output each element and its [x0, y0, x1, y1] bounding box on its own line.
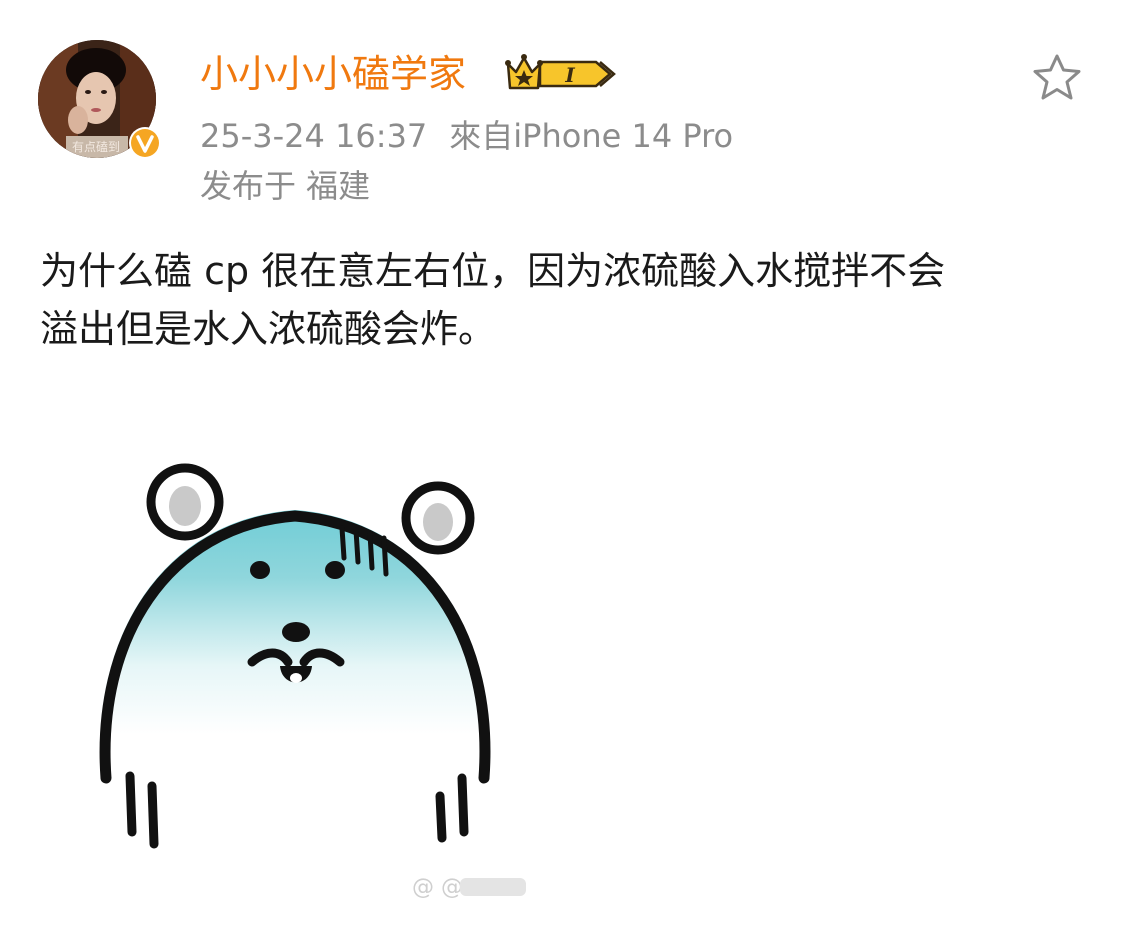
svg-text:@ @: @ @ — [412, 875, 463, 900]
favorite-star-button[interactable] — [1030, 52, 1084, 102]
post-text-line-1: 为什么磕 cp 很在意左右位，因为浓硫酸入水搅拌不会 — [40, 249, 946, 293]
post-text: 为什么磕 cp 很在意左右位，因为浓硫酸入水搅拌不会 溢出但是水入浓硫酸会炸。 — [40, 242, 1090, 358]
avatar-caption: 有点磕到 — [72, 140, 121, 154]
post-date: 25-3-24 16:37 — [200, 117, 428, 155]
post-image[interactable]: @ @ — [70, 440, 560, 930]
author-avatar-container[interactable]: 有点磕到 — [38, 40, 162, 162]
star-outline-icon — [1033, 54, 1081, 100]
crown-level-badge-icon[interactable]: I — [504, 52, 620, 96]
post-meta: 25-3-24 16:37 來自iPhone 14 Pro — [200, 114, 733, 158]
verified-v-icon — [128, 126, 162, 160]
post-source[interactable]: 來自iPhone 14 Pro — [449, 117, 733, 155]
post-location: 发布于 福建 — [200, 167, 371, 205]
bear-sticker-image: @ @ — [70, 440, 560, 930]
post-text-line-2: 溢出但是水入浓硫酸会炸。 — [40, 307, 497, 351]
badge-level: I — [564, 63, 575, 87]
author-name[interactable]: 小小小小磕学家 — [200, 50, 466, 98]
